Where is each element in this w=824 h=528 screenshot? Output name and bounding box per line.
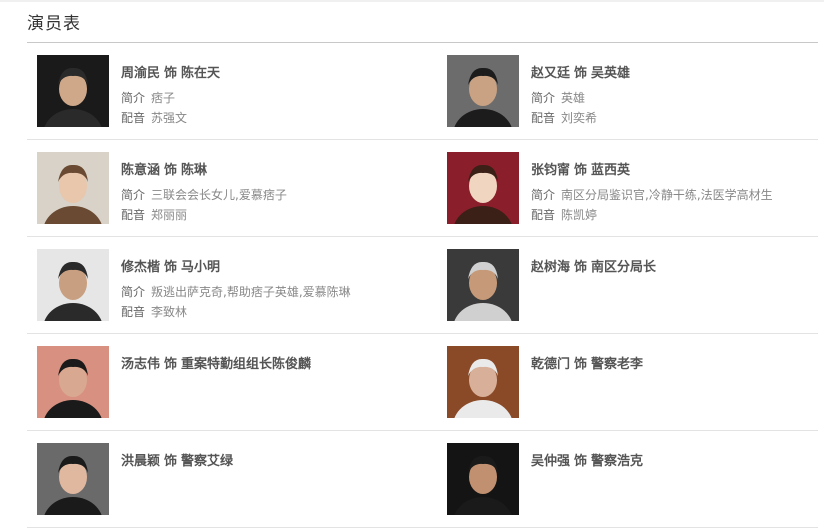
cast-grid: 周渝民饰陈在天 简介 痞子 配音 苏强文 赵又廷饰吴英雄 简介 英雄 配音 刘奕希 陈意涵饰陈琳 简介…	[27, 43, 818, 528]
role-separator: 饰	[574, 260, 588, 275]
role-name: 马小明	[181, 260, 221, 275]
cast-row: 陈意涵饰陈琳 简介 三联会会长女儿,爱慕痞子 配音 郑丽丽 张钧甯饰蓝西英 简介 南区分局鉴识…	[27, 140, 818, 237]
cast-card[interactable]: 乾德门饰警察老李	[447, 334, 824, 430]
role-name: 警察艾绿	[181, 454, 234, 469]
voice-actor: 配音 苏强文	[121, 109, 187, 126]
cast-card[interactable]: 吴仲强饰警察浩克	[447, 431, 824, 527]
dub-name: 郑丽丽	[151, 208, 188, 222]
role-intro: 简介 痞子	[121, 89, 175, 106]
actor-role-line[interactable]: 周渝民饰陈在天	[121, 62, 220, 81]
actor-7-portrait[interactable]	[37, 346, 109, 418]
actor-name[interactable]: 周渝民	[121, 66, 160, 81]
actor-role-line[interactable]: 洪晨颖饰警察艾绿	[121, 450, 233, 469]
intro-text: 南区分局鉴识官,冷静干练,法医学高材生	[561, 188, 773, 202]
cast-card[interactable]: 汤志伟饰重案特勤组组长陈俊麟	[37, 334, 417, 430]
voice-actor: 配音 李致林	[121, 303, 187, 320]
intro-text: 三联会会长女儿,爱慕痞子	[151, 188, 287, 202]
role-separator: 饰	[574, 163, 588, 178]
actor-8-portrait[interactable]	[447, 346, 519, 418]
dub-label: 配音	[121, 305, 146, 319]
voice-actor: 配音 郑丽丽	[121, 206, 187, 223]
role-name: 警察浩克	[591, 454, 644, 469]
actor-role-line[interactable]: 乾德门饰警察老李	[531, 353, 643, 372]
dub-label: 配音	[121, 111, 146, 125]
actor-6-portrait[interactable]	[447, 249, 519, 321]
cast-card[interactable]: 张钧甯饰蓝西英 简介 南区分局鉴识官,冷静干练,法医学高材生 配音 陈凯婷	[447, 140, 824, 236]
role-name: 陈琳	[181, 163, 208, 178]
actor-name[interactable]: 乾德门	[531, 357, 570, 372]
cast-card[interactable]: 赵又廷饰吴英雄 简介 英雄 配音 刘奕希	[447, 43, 824, 139]
cast-card[interactable]: 周渝民饰陈在天 简介 痞子 配音 苏强文	[37, 43, 417, 139]
role-name: 南区分局长	[591, 260, 657, 275]
actor-role-line[interactable]: 赵又廷饰吴英雄	[531, 62, 630, 81]
actor-name[interactable]: 汤志伟	[121, 357, 160, 372]
role-separator: 饰	[574, 357, 588, 372]
cast-row: 汤志伟饰重案特勤组组长陈俊麟 乾德门饰警察老李	[27, 334, 818, 431]
cast-row: 洪晨颖饰警察艾绿 吴仲强饰警察浩克	[27, 431, 818, 528]
actor-9-portrait[interactable]	[37, 443, 109, 515]
actor-name[interactable]: 赵又廷	[531, 66, 570, 81]
voice-actor: 配音 陈凯婷	[531, 206, 597, 223]
intro-label: 简介	[121, 188, 146, 202]
actor-name[interactable]: 洪晨颖	[121, 454, 160, 469]
role-separator: 饰	[164, 260, 178, 275]
cast-card[interactable]: 修杰楷饰马小明 简介 叛逃出萨克奇,帮助痞子英雄,爱慕陈琳 配音 李致林	[37, 237, 417, 333]
actor-role-line[interactable]: 修杰楷饰马小明	[121, 256, 220, 275]
actor-role-line[interactable]: 赵树海饰南区分局长	[531, 256, 656, 275]
actor-name[interactable]: 陈意涵	[121, 163, 160, 178]
role-separator: 饰	[164, 163, 178, 178]
role-name: 警察老李	[591, 357, 644, 372]
dub-name: 刘奕希	[561, 111, 598, 125]
intro-label: 简介	[121, 91, 146, 105]
role-separator: 饰	[164, 357, 178, 372]
dub-label: 配音	[531, 111, 556, 125]
intro-text: 叛逃出萨克奇,帮助痞子英雄,爱慕陈琳	[151, 285, 351, 299]
dub-name: 李致林	[151, 305, 188, 319]
section-title: 演员表	[27, 14, 81, 34]
top-border	[0, 0, 824, 2]
cast-card[interactable]: 赵树海饰南区分局长	[447, 237, 824, 333]
actor-name[interactable]: 赵树海	[531, 260, 570, 275]
actor-10-portrait[interactable]	[447, 443, 519, 515]
dub-label: 配音	[121, 208, 146, 222]
role-separator: 饰	[164, 454, 178, 469]
actor-2-portrait[interactable]	[447, 55, 519, 127]
role-intro: 简介 南区分局鉴识官,冷静干练,法医学高材生	[531, 186, 773, 203]
actor-3-portrait[interactable]	[37, 152, 109, 224]
intro-text: 痞子	[151, 91, 176, 105]
actor-name[interactable]: 吴仲强	[531, 454, 570, 469]
voice-actor: 配音 刘奕希	[531, 109, 597, 126]
role-intro: 简介 三联会会长女儿,爱慕痞子	[121, 186, 287, 203]
actor-4-portrait[interactable]	[447, 152, 519, 224]
cast-card[interactable]: 陈意涵饰陈琳 简介 三联会会长女儿,爱慕痞子 配音 郑丽丽	[37, 140, 417, 236]
actor-role-line[interactable]: 张钧甯饰蓝西英	[531, 159, 630, 178]
intro-label: 简介	[531, 188, 556, 202]
role-name: 吴英雄	[591, 66, 631, 81]
actor-name[interactable]: 修杰楷	[121, 260, 160, 275]
intro-label: 简介	[531, 91, 556, 105]
role-name: 陈在天	[181, 66, 221, 81]
intro-text: 英雄	[561, 91, 586, 105]
role-name: 重案特勤组组长陈俊麟	[181, 357, 312, 372]
actor-role-line[interactable]: 吴仲强饰警察浩克	[531, 450, 643, 469]
cast-row: 修杰楷饰马小明 简介 叛逃出萨克奇,帮助痞子英雄,爱慕陈琳 配音 李致林 赵树海饰南区分局…	[27, 237, 818, 334]
actor-name[interactable]: 张钧甯	[531, 163, 570, 178]
actor-role-line[interactable]: 汤志伟饰重案特勤组组长陈俊麟	[121, 353, 311, 372]
role-separator: 饰	[164, 66, 178, 81]
actor-role-line[interactable]: 陈意涵饰陈琳	[121, 159, 207, 178]
actor-1-portrait[interactable]	[37, 55, 109, 127]
actor-5-portrait[interactable]	[37, 249, 109, 321]
role-separator: 饰	[574, 66, 588, 81]
cast-card[interactable]: 洪晨颖饰警察艾绿	[37, 431, 417, 527]
role-separator: 饰	[574, 454, 588, 469]
role-name: 蓝西英	[591, 163, 631, 178]
dub-label: 配音	[531, 208, 556, 222]
dub-name: 陈凯婷	[561, 208, 598, 222]
role-intro: 简介 叛逃出萨克奇,帮助痞子英雄,爱慕陈琳	[121, 283, 351, 300]
cast-row: 周渝民饰陈在天 简介 痞子 配音 苏强文 赵又廷饰吴英雄 简介 英雄 配音 刘奕希	[27, 43, 818, 140]
dub-name: 苏强文	[151, 111, 188, 125]
intro-label: 简介	[121, 285, 146, 299]
role-intro: 简介 英雄	[531, 89, 585, 106]
